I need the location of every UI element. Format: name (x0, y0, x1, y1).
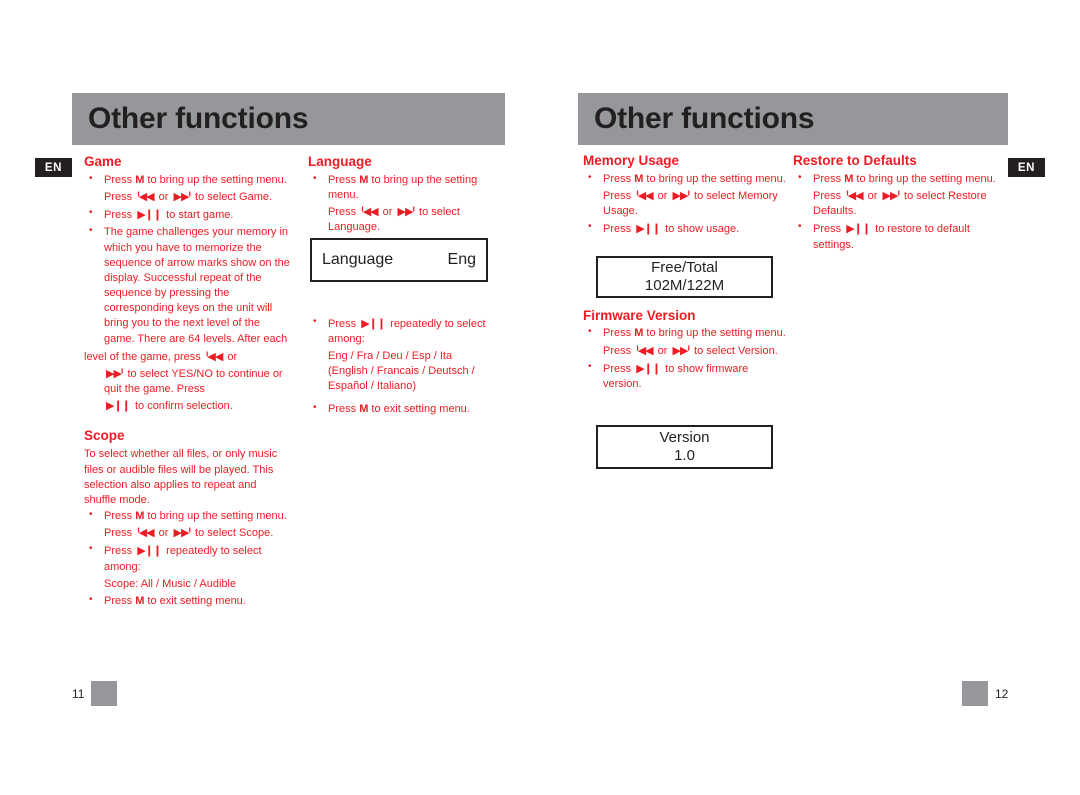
scope-steps-list: Press M to bring up the setting menu. Pr… (84, 508, 291, 609)
key-m-label: M (135, 510, 145, 523)
page-title-right: Other functions (594, 102, 815, 135)
previous-track-icon: ᑊ◀◀ (636, 343, 653, 357)
list-item: Press ▶❙❙ to show usage. (583, 220, 788, 237)
language-badge-en-right: EN (1008, 158, 1045, 177)
memory-usage-steps-list: Press M to bring up the setting menu. Pr… (583, 171, 788, 238)
key-m-label: M (359, 173, 369, 186)
section-heading-scope: Scope (84, 428, 125, 444)
list-item: Press M to exit setting menu. (84, 593, 291, 609)
lcd-display-language: Language Eng (310, 238, 488, 282)
list-item: Press M to bring up the setting menu. Pr… (793, 171, 1000, 220)
column-restore-defaults: Restore to Defaults Press M to bring up … (793, 153, 1000, 255)
list-item: Press ▶❙❙ to start game. (84, 206, 291, 223)
page-footer-right: 12 (962, 681, 1008, 706)
previous-track-icon: ᑊ◀◀ (636, 189, 653, 203)
section-heading-memory-usage: Memory Usage (583, 153, 680, 168)
section-heading-game: Game (84, 154, 122, 169)
section-heading-language: Language (308, 154, 372, 169)
lcd-version-line2: 1.0 (674, 447, 695, 464)
previous-track-icon: ᑊ◀◀ (137, 526, 154, 540)
firmware-version-steps-list: Press M to bring up the setting menu. Pr… (583, 325, 788, 392)
play-pause-icon: ▶❙❙ (106, 399, 131, 413)
play-pause-icon: ▶❙❙ (361, 316, 386, 330)
key-m-label: M (634, 327, 644, 340)
play-pause-icon: ▶❙❙ (846, 222, 871, 236)
lcd-memory-line1: Free/Total (651, 258, 718, 276)
language-steps-list: Press M to bring up the setting menu. Pr… (308, 172, 508, 236)
game-steps-list: Press M to bring up the setting menu. Pr… (84, 172, 291, 415)
play-pause-icon: ▶❙❙ (636, 361, 661, 375)
list-item: Press M to bring up the setting menu. Pr… (84, 172, 291, 205)
key-m-label: M (135, 173, 145, 186)
list-item: Press ▶❙❙ repeatedly to select among: (308, 315, 508, 347)
column-game-scope: Game Press M to bring up the setting men… (84, 154, 291, 611)
page-number-left: 11 (72, 686, 85, 701)
page-footer-left: 11 (72, 681, 118, 706)
lcd-memory-line2: 102M/122M (644, 277, 725, 294)
next-track-icon: ▶▶ᑊ (173, 190, 191, 204)
language-badge-en-left: EN (35, 158, 72, 177)
next-track-icon: ▶▶ᑊ (672, 343, 690, 357)
play-pause-icon: ▶❙❙ (137, 544, 162, 558)
lcd-display-memory-usage: Free/Total 102M/122M (596, 256, 773, 298)
list-item: Press M to bring up the setting menu. Pr… (583, 171, 788, 220)
list-item: Press M to exit setting menu. (308, 401, 508, 417)
manual-spread: Other functions EN Game Press M to bring… (0, 0, 1080, 795)
restore-defaults-steps-list: Press M to bring up the setting menu. Pr… (793, 171, 1000, 253)
list-item: The game challenges your memory in which… (84, 224, 291, 346)
previous-track-icon: ᑊ◀◀ (361, 205, 378, 219)
scope-intro-text: To select whether all files, or only mus… (84, 448, 278, 506)
list-item: level of the game, press ᑊ◀◀ or ▶▶ᑊ to s… (84, 349, 283, 413)
key-m-label: M (844, 172, 854, 185)
lcd-language-label: Language (322, 251, 394, 268)
language-options: Eng / Fra / Deu / Esp / Ita (English / F… (328, 349, 475, 393)
list-item: Press ▶❙❙ to show firmware version. (583, 360, 788, 392)
next-track-icon: ▶▶ᑊ (397, 205, 415, 219)
column-language: Language Press M to bring up the setting… (308, 154, 508, 420)
page-title-left: Other functions (88, 102, 309, 135)
previous-track-icon: ᑊ◀◀ (205, 349, 223, 363)
next-track-icon: ▶▶ᑊ (882, 189, 900, 203)
lcd-display-firmware-version: Version 1.0 (596, 425, 773, 469)
previous-track-icon: ᑊ◀◀ (846, 189, 863, 203)
key-m-label: M (634, 172, 644, 185)
list-item: Press ▶❙❙ to restore to default settings… (793, 220, 1000, 252)
section-heading-firmware-version: Firmware Version (583, 307, 696, 323)
page-header-banner-right: Other functions (578, 93, 1008, 145)
list-item: Press M to bring up the setting menu. Pr… (583, 325, 788, 358)
language-steps-list-2: Press ▶❙❙ repeatedly to select among: En… (308, 315, 508, 418)
next-track-icon: ▶▶ᑊ (672, 189, 690, 203)
list-item: Press M to bring up the setting menu. Pr… (84, 508, 291, 541)
page-header-banner-left: Other functions (72, 93, 505, 145)
key-m-label: M (359, 403, 369, 416)
list-item: Press M to bring up the setting menu. Pr… (308, 172, 508, 236)
footer-square-right (962, 681, 988, 706)
next-track-icon: ▶▶ᑊ (173, 526, 191, 540)
footer-square-left (91, 681, 118, 706)
play-pause-icon: ▶❙❙ (137, 208, 162, 222)
section-heading-restore-defaults: Restore to Defaults (793, 153, 917, 168)
play-pause-icon: ▶❙❙ (636, 222, 661, 236)
page-number-right: 12 (995, 686, 1009, 701)
scope-options: Scope: All / Music / Audible (104, 577, 237, 590)
list-item: Press ▶❙❙ repeatedly to select among: (84, 542, 291, 574)
lcd-language-value: Eng (447, 251, 476, 268)
lcd-version-line1: Version (659, 428, 710, 446)
next-track-icon: ▶▶ᑊ (106, 366, 123, 380)
previous-track-icon: ᑊ◀◀ (137, 190, 154, 204)
key-m-label: M (135, 594, 145, 607)
